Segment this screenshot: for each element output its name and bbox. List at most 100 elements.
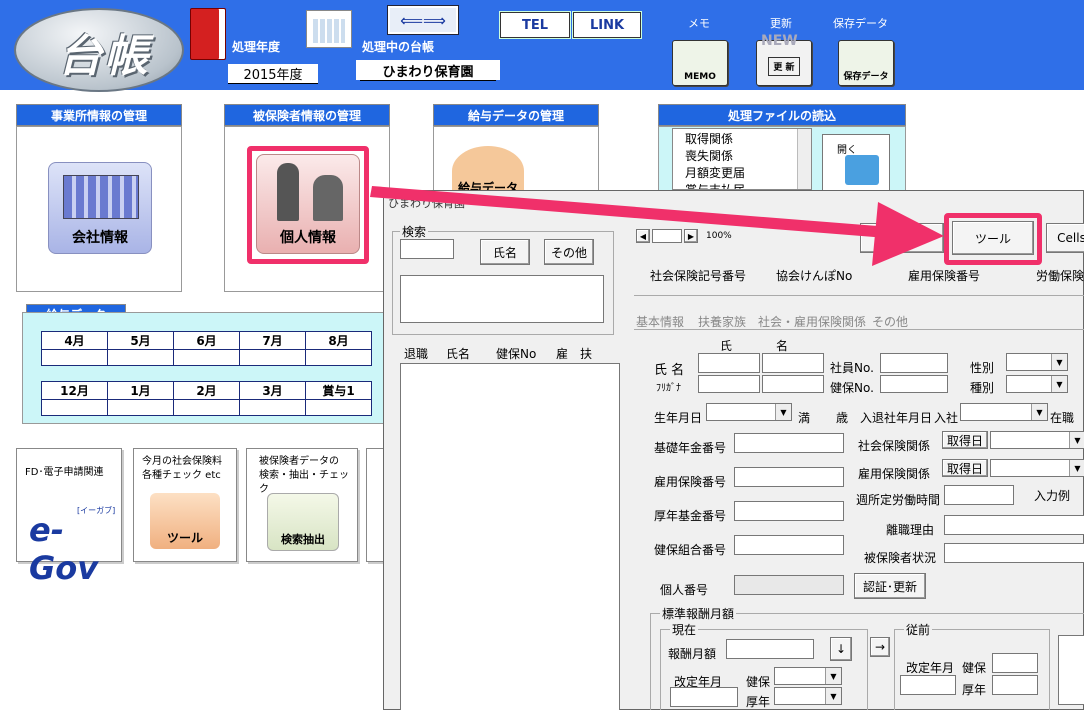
auth-update-button[interactable]: 認証･更新 [854, 573, 926, 599]
egov-panel[interactable]: FD･電子申請関連 e-Gov [イーガブ] [16, 448, 122, 587]
koyo-acquire-button[interactable]: 取得日 [942, 459, 988, 477]
app-logo: 台帳 [14, 8, 184, 92]
book-icon[interactable] [190, 8, 226, 60]
kounen-grade-select[interactable] [774, 687, 842, 705]
fiscal-year-label: 処理年度 [232, 40, 281, 54]
company-panel-title: 事業所情報の管理 [16, 104, 182, 126]
employee-list[interactable] [400, 363, 620, 710]
salary-panel-title: 給与データの管理 [433, 104, 599, 126]
open-file-button[interactable]: 開く [822, 134, 890, 192]
shaho-acquire-button[interactable]: 取得日 [942, 431, 988, 449]
kind-select[interactable] [1006, 375, 1068, 393]
month-cell[interactable]: 6月 [173, 331, 240, 350]
weekly-hours-input[interactable] [944, 485, 1014, 505]
magnifier-icon[interactable]: 検索抽出 [267, 493, 339, 551]
month-cell[interactable]: 賞与1 [305, 381, 372, 400]
right-arrow-button[interactable]: → [870, 637, 890, 657]
pension-number-input[interactable] [734, 433, 844, 453]
files-panel-title: 処理ファイルの読込 [658, 104, 906, 126]
tel-button[interactable]: TEL [499, 11, 571, 39]
cells-button[interactable]: Cells [1046, 223, 1084, 253]
koyo-date-select[interactable] [990, 459, 1084, 477]
first-kana-input[interactable] [762, 375, 824, 393]
prev-kenpo-input[interactable] [992, 653, 1038, 673]
memo-icon[interactable]: MEMO [672, 40, 728, 86]
name-search-button[interactable]: 氏名 [480, 239, 530, 265]
zoom-level: 100% [706, 231, 732, 241]
egov-logo: e-Gov [29, 511, 99, 587]
my-number-input[interactable] [734, 575, 844, 595]
first-name-input[interactable] [762, 353, 824, 373]
join-date-select[interactable] [960, 403, 1048, 421]
egov-title: FD･電子申請関連 [25, 467, 104, 478]
kumiai-number-input[interactable] [734, 535, 844, 555]
month-cell[interactable]: 1月 [107, 381, 174, 400]
insured-panel-title: 被保険者情報の管理 [224, 104, 390, 126]
tool-icon[interactable]: ツール [150, 493, 220, 549]
shaho-date-select[interactable] [990, 431, 1084, 449]
revision-month-input[interactable] [670, 687, 738, 707]
file-list[interactable]: 取得関係 喪失関係 月額変更届 賞与支払届 [672, 128, 812, 190]
tool-button[interactable]: ツール [952, 221, 1034, 255]
month-cell[interactable]: 7月 [239, 331, 306, 350]
other-search-button[interactable]: その他 [544, 239, 594, 265]
month-cell[interactable]: 4月 [41, 331, 108, 350]
ledger-value: ひまわり保育園 [360, 61, 496, 81]
welfare-fund-input[interactable] [734, 501, 844, 521]
search-results[interactable] [400, 275, 604, 323]
salary-table-row2: 12月 1月 2月 3月 賞与1 [41, 381, 372, 416]
personal-info-button[interactable]: 個人情報 [256, 154, 360, 254]
tab-basic[interactable]: 基本情報 [636, 313, 684, 330]
last-name-input[interactable] [698, 353, 760, 373]
last-kana-input[interactable] [698, 375, 760, 393]
tab-insurance[interactable]: 社会・雇用保険関係 [758, 313, 866, 330]
monthly-amount-input[interactable] [726, 639, 814, 659]
insured-status-input[interactable] [944, 543, 1084, 563]
file-item[interactable]: 賞与支払届 [685, 182, 799, 189]
search-input[interactable] [400, 239, 454, 259]
link-arrows-icon[interactable]: ⟸⟹ [387, 5, 459, 35]
file-item[interactable]: 月額変更届 [685, 165, 799, 182]
scroll-right-icon[interactable]: ▶ [684, 229, 698, 243]
search-extract-panel[interactable]: 被保険者データの 検索・抽出・チェック 検索抽出 [246, 448, 358, 562]
save-data-icon[interactable]: 保存データ [838, 40, 894, 86]
prev-revision-month-input[interactable] [900, 675, 956, 695]
kenpo-no-input[interactable] [880, 375, 948, 393]
blank-button[interactable] [860, 223, 944, 253]
month-cell[interactable]: 12月 [41, 381, 108, 400]
file-item[interactable]: 喪失関係 [685, 148, 799, 165]
link-button[interactable]: LINK [572, 11, 642, 39]
update-label: 更新 [770, 17, 792, 30]
month-cell[interactable]: 5月 [107, 331, 174, 350]
scroll-left-icon[interactable]: ◀ [636, 229, 650, 243]
prev-kounen-input[interactable] [992, 675, 1038, 695]
ledger-label: 処理中の台帳 [362, 40, 435, 54]
save-label: 保存データ [833, 17, 888, 30]
birth-date-select[interactable] [706, 403, 792, 421]
fiscal-year-value: 2015年度 [228, 64, 318, 84]
tab-dependents[interactable]: 扶養家族 [698, 313, 746, 330]
check-panel[interactable]: 今月の社会保険料 各種チェック etc ツール [133, 448, 237, 562]
zoom-track[interactable] [652, 229, 682, 243]
file-item[interactable]: 取得関係 [685, 131, 799, 148]
month-cell[interactable]: 3月 [239, 381, 306, 400]
koyo-number-input[interactable] [734, 467, 844, 487]
calendar-icon[interactable] [306, 10, 352, 48]
leave-reason-input[interactable] [944, 515, 1084, 535]
sex-select[interactable] [1006, 353, 1068, 371]
down-arrow-button[interactable]: ↓ [830, 637, 852, 661]
kenpo-grade-select[interactable] [774, 667, 842, 685]
salary-table-panel: 4月 5月 6月 7月 8月 12月 1月 2月 3月 賞与1 [22, 312, 384, 424]
salary-table-row1: 4月 5月 6月 7月 8月 [41, 331, 372, 366]
update-icon[interactable]: NEW 更 新 [756, 33, 812, 86]
month-cell[interactable]: 8月 [305, 331, 372, 350]
company-info-button[interactable]: 会社情報 [48, 162, 152, 254]
personal-info-window: ひまわり保育園 検索 氏名 その他 退職 氏名 健保No 雇 扶 ◀ ▶ 100… [383, 190, 1084, 710]
note-box[interactable] [1058, 635, 1084, 705]
month-cell[interactable]: 2月 [173, 381, 240, 400]
memo-label: メモ [688, 17, 710, 30]
window-title: ひまわり保育園 [388, 197, 465, 210]
salary-data-button[interactable]: 給与データ [452, 146, 524, 196]
tab-other[interactable]: その他 [872, 313, 908, 330]
employee-no-input[interactable] [880, 353, 948, 373]
